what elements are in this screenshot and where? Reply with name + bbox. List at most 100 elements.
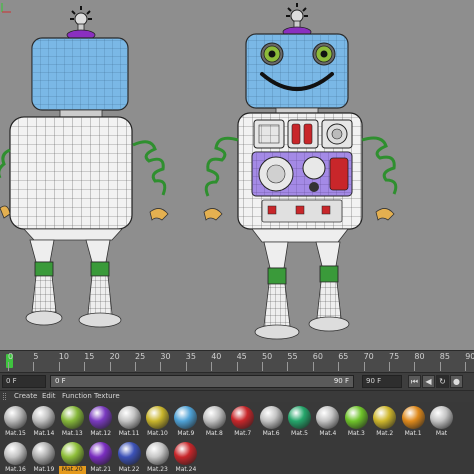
timeline-tick-label: 25	[135, 352, 146, 361]
material-swatch[interactable]: Mat.5	[286, 404, 313, 437]
material-swatch[interactable]: Mat.1	[400, 404, 427, 437]
material-preview-sphere	[117, 406, 141, 429]
robot-front-view	[203, 3, 398, 340]
material-swatch[interactable]: Mat.14	[30, 404, 57, 437]
end-frame-field[interactable]: 90 F	[362, 375, 402, 388]
material-preview-sphere	[430, 406, 453, 429]
material-name: Mat.21	[90, 466, 112, 473]
material-name: Mat.11	[118, 430, 140, 437]
material-preview-sphere	[4, 406, 27, 429]
material-preview-sphere	[146, 406, 169, 429]
material-swatch[interactable]: Mat.3	[343, 404, 370, 437]
chest-panel	[251, 119, 353, 223]
material-name: Mat.2	[376, 430, 394, 437]
go-to-start-button[interactable]: ⏮	[408, 375, 421, 388]
material-swatch[interactable]: Mat.2	[371, 404, 398, 437]
3d-viewport[interactable]	[0, 0, 474, 350]
material-preview-sphere	[174, 406, 198, 429]
material-name: Mat.16	[5, 466, 26, 473]
timeline-tick-mark	[135, 362, 136, 371]
material-name: Mat.14	[33, 430, 55, 437]
material-swatch[interactable]: Mat.4	[314, 404, 341, 437]
material-swatch[interactable]: Mat.8	[201, 404, 228, 437]
timeline-tick-mark	[160, 362, 162, 371]
material-name: Mat.9	[177, 430, 195, 437]
timeline-tick-label: 50	[262, 352, 273, 361]
range-end-label: 90 F	[333, 377, 349, 385]
menu-texture[interactable]: Texture	[94, 392, 120, 400]
current-frame-field[interactable]: 0 F	[2, 375, 46, 388]
timeline-tick-label: 80	[414, 352, 425, 361]
timeline-tick-mark	[236, 362, 238, 371]
material-preview-sphere	[32, 442, 56, 465]
timeline-tick-label: 70	[363, 352, 374, 361]
timeline-tick-mark	[58, 362, 60, 371]
material-name: Mat.4	[319, 430, 337, 437]
material-preview-sphere	[401, 406, 425, 429]
material-preview-sphere	[117, 442, 141, 465]
material-swatch[interactable]: Mat.22	[116, 440, 143, 473]
material-preview-sphere	[32, 406, 56, 429]
timeline-ruler[interactable]: 0 5 10 15 20 25 30 35 40 45 50 55 60 65 70 75 80 85 90	[0, 350, 474, 372]
material-swatch[interactable]: Mat.11	[116, 404, 143, 437]
material-swatch[interactable]: Mat.19	[30, 440, 57, 473]
transport-bar: 0 F 0 F 90 F 90 F ⏮ ◀ ↻ ●	[0, 372, 474, 390]
material-swatch[interactable]: Mat.20	[58, 440, 86, 474]
material-preview-sphere	[344, 406, 368, 429]
material-swatch[interactable]: Mat.15	[2, 404, 29, 437]
material-preview-sphere	[231, 406, 255, 429]
material-preview-sphere	[60, 442, 84, 465]
timeline-tick-mark	[338, 362, 340, 371]
material-name: Mat.19	[33, 466, 55, 473]
menu-edit[interactable]: Edit	[42, 392, 56, 400]
material-swatch[interactable]: Mat.23	[144, 440, 171, 473]
material-swatch[interactable]: Mat.7	[229, 404, 256, 437]
record-button[interactable]: ●	[450, 375, 463, 388]
timeline-tick-label: 0	[8, 352, 14, 361]
viewport-scene	[0, 3, 398, 340]
timeline-tick-label: 90	[465, 352, 474, 361]
timeline-tick-label: 65	[338, 352, 349, 361]
material-preview-sphere	[146, 442, 169, 465]
timeline-tick-mark	[109, 362, 111, 371]
material-swatch[interactable]: Mat.21	[87, 440, 114, 473]
timeline-tick-label: 20	[109, 352, 120, 361]
material-preview-sphere	[288, 406, 311, 429]
material-preview-sphere	[373, 406, 397, 429]
legs-right-robot	[254, 241, 350, 340]
material-swatch[interactable]: Mat.13	[59, 404, 86, 437]
menu-function[interactable]: Function	[62, 392, 92, 400]
timeline-tick-label: 10	[58, 352, 69, 361]
material-preview-sphere	[174, 442, 198, 465]
antenna-right	[282, 3, 312, 38]
timeline-tick-mark	[33, 362, 35, 371]
material-swatch[interactable]: Mat.9	[172, 404, 199, 437]
coil-arm-left-robot	[132, 140, 167, 196]
antenna-left	[66, 6, 96, 41]
play-button[interactable]: ↻	[436, 375, 449, 388]
menu-create[interactable]: Create	[14, 392, 37, 400]
material-swatch[interactable]: Mat.6	[258, 404, 285, 437]
material-name: Mat.22	[118, 466, 140, 473]
material-manager-menu: Create Edit Function Texture	[0, 390, 474, 402]
material-swatch[interactable]: Mat.16	[2, 440, 29, 473]
material-swatch[interactable]: Mat.10	[144, 404, 171, 437]
material-preview-sphere	[89, 406, 113, 429]
timeline-tick-label: 35	[185, 352, 196, 361]
material-swatch[interactable]: Mat.24	[172, 440, 199, 473]
cinema4d-window: 0 5 10 15 20 25 30 35 40 45 50 55 60 65 70 75 80 85 90 0 F…	[0, 0, 474, 474]
material-preview-sphere	[316, 406, 340, 429]
material-swatch[interactable]: Mat	[428, 404, 455, 437]
material-name: Mat.7	[234, 430, 252, 437]
timeline-tick-mark	[262, 362, 263, 371]
timeline-tick-mark	[363, 362, 365, 371]
step-back-button[interactable]: ◀	[422, 375, 435, 388]
panel-grip-icon[interactable]	[3, 393, 6, 400]
timeline-tick-label: 40	[211, 352, 222, 361]
material-name: Mat.6	[262, 430, 280, 437]
material-name: Mat	[435, 430, 448, 437]
material-name: Mat.20	[58, 466, 86, 474]
preview-range-slider[interactable]: 0 F 90 F	[50, 375, 354, 388]
material-name: Mat.10	[147, 430, 168, 437]
material-swatch[interactable]: Mat.12	[87, 404, 114, 437]
